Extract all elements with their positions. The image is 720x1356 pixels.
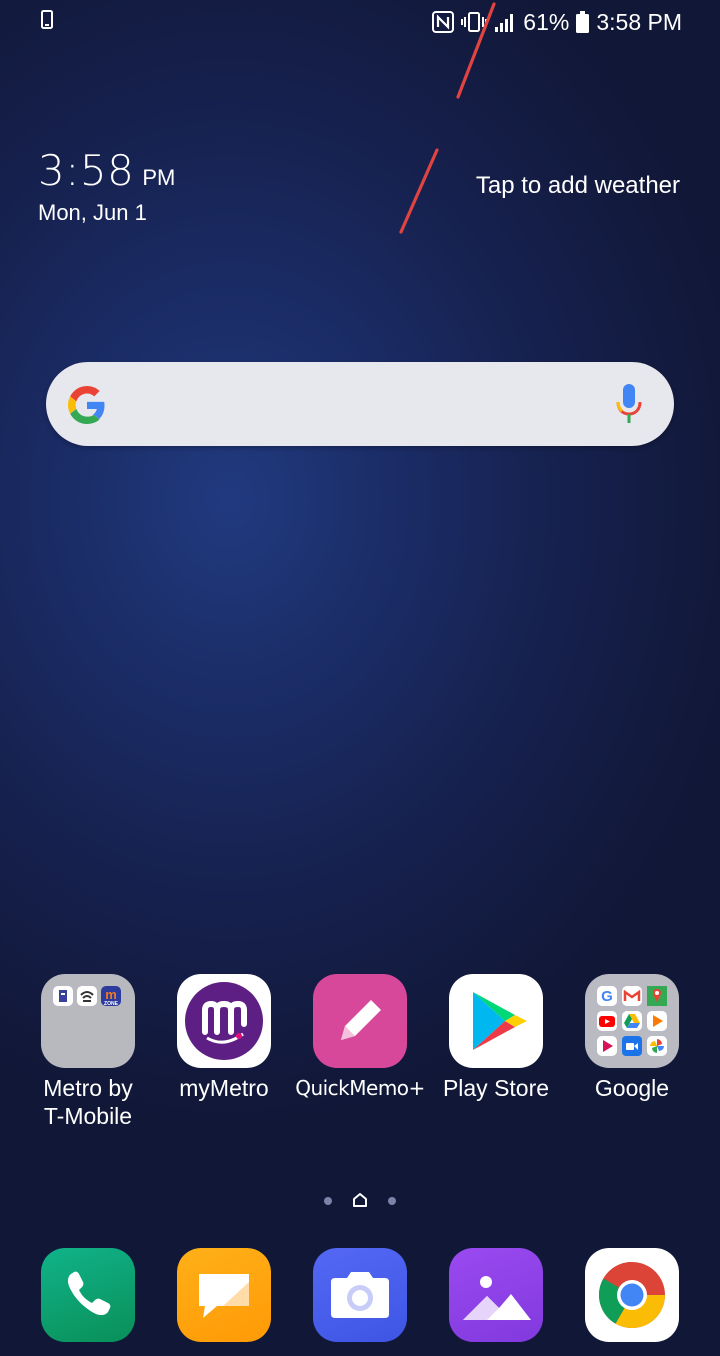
phone-icon	[41, 1248, 135, 1342]
svg-text:ZONE: ZONE	[104, 1001, 119, 1006]
home-icon[interactable]	[351, 1191, 369, 1209]
metro-folder-icon: m ZONE	[41, 974, 135, 1068]
vibrate-icon	[461, 12, 488, 32]
app-google-folder[interactable]: G Google	[564, 974, 700, 1102]
status-time: 3:58 PM	[596, 8, 682, 35]
nfc-icon	[432, 11, 455, 33]
gallery-icon	[449, 1248, 543, 1342]
page-dot[interactable]	[388, 1197, 396, 1205]
battery-icon	[576, 11, 590, 33]
battery-percent: 61%	[523, 8, 570, 35]
app-label: QuickMemo+	[295, 1076, 425, 1100]
app-mymetro[interactable]: myMetro	[156, 974, 292, 1102]
dock-chrome[interactable]	[564, 1248, 700, 1342]
app-label: Google	[594, 1075, 670, 1101]
camera-icon	[313, 1248, 407, 1342]
status-bar[interactable]: 61% 3:58 PM	[0, 0, 720, 44]
signal-icon	[495, 14, 514, 32]
app-label: Play Store	[442, 1075, 550, 1101]
quickmemo-icon	[313, 974, 407, 1068]
messaging-icon	[177, 1248, 271, 1342]
status-icons: 61% 3:58 PM	[432, 6, 682, 38]
clock-time: 3:58	[38, 146, 135, 195]
chrome-icon	[585, 1248, 679, 1342]
app-label: Metro by T-Mobile	[43, 1075, 133, 1129]
clock-ampm: PM	[142, 165, 176, 190]
mymetro-icon	[177, 974, 271, 1068]
play-store-icon	[449, 974, 543, 1068]
page-indicator[interactable]	[0, 1188, 720, 1214]
svg-text:m: m	[105, 987, 117, 1002]
phone-outline-icon	[41, 10, 53, 29]
weather-widget[interactable]: Tap to add weather	[476, 172, 680, 200]
clock-date: Mon, Jun 1	[38, 200, 147, 225]
svg-text:G: G	[601, 988, 613, 1005]
mic-icon[interactable]	[616, 384, 642, 424]
dock-messaging[interactable]	[156, 1248, 292, 1342]
page-dot[interactable]	[324, 1197, 332, 1205]
home-screen: 61% 3:58 PM 3:58 PM Mon, Jun 1 Tap to ad…	[0, 0, 720, 1356]
clock-widget[interactable]: 3:58 PM Mon, Jun 1	[38, 146, 175, 226]
app-metro-folder[interactable]: m ZONE Metro by T-Mobile	[20, 974, 156, 1130]
app-play-store[interactable]: Play Store	[428, 974, 564, 1102]
app-quickmemo[interactable]: QuickMemo+	[292, 974, 428, 1102]
app-label: myMetro	[179, 1075, 269, 1101]
dock-camera[interactable]	[292, 1248, 428, 1342]
dock-gallery[interactable]	[428, 1248, 564, 1342]
google-g-icon	[68, 386, 105, 424]
google-folder-icon: G	[585, 974, 679, 1068]
google-search-bar[interactable]	[46, 362, 674, 446]
dock-phone[interactable]	[20, 1248, 156, 1342]
